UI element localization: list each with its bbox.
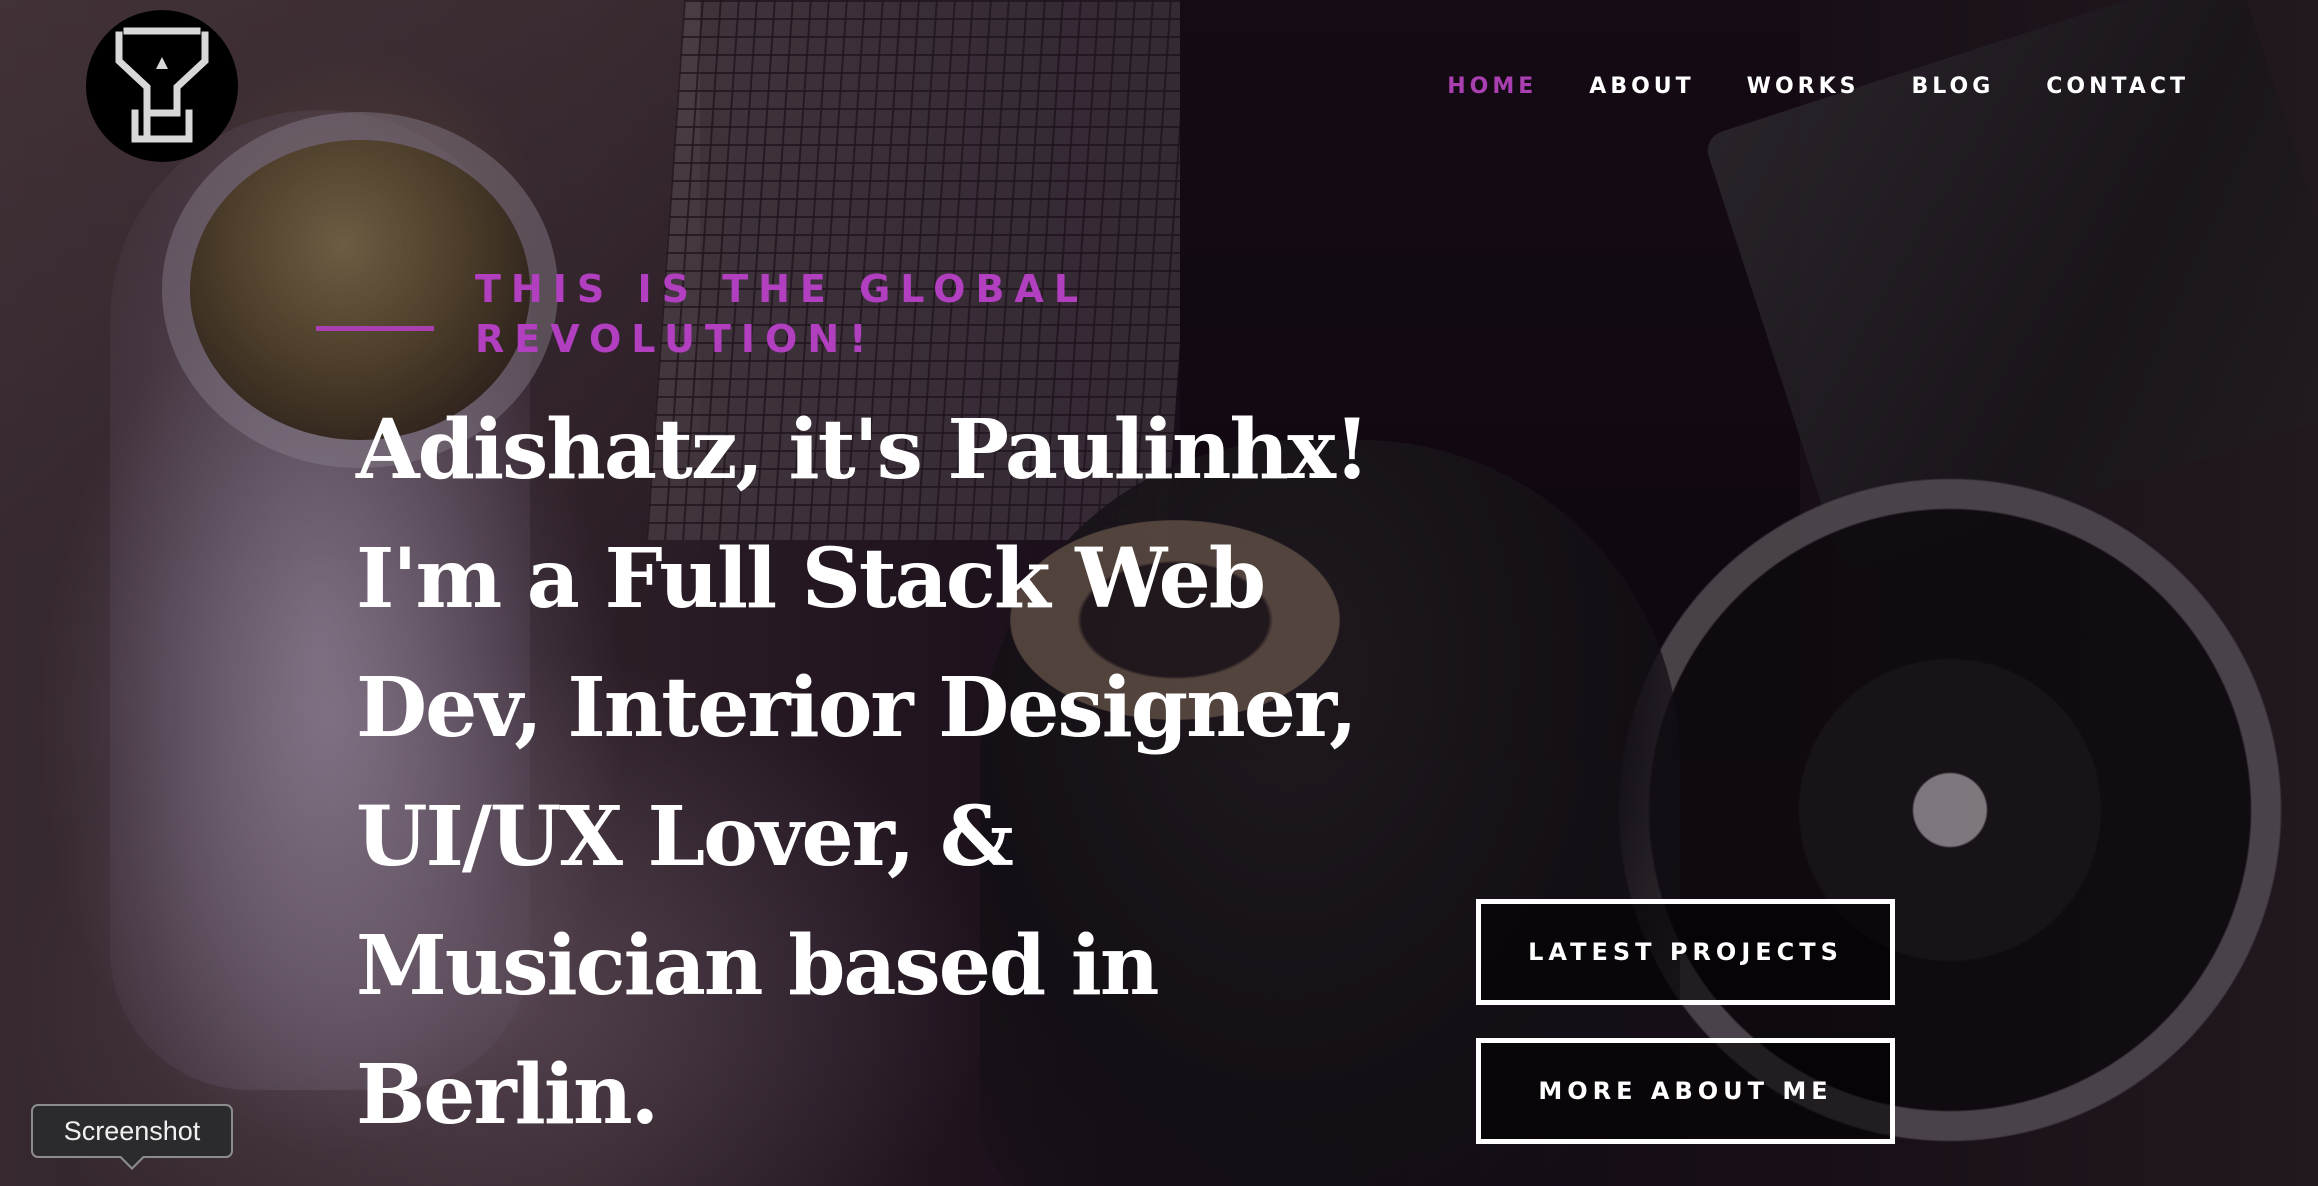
tagline-accent-line	[316, 326, 434, 331]
nav-works[interactable]: WORKS	[1747, 74, 1860, 99]
hero-headline: Adishatz, it's Paulinhx! I'm a Full Stac…	[356, 386, 1376, 1160]
headline-line: Berlin.	[356, 1047, 659, 1143]
headline-line: Musician based in	[356, 918, 1160, 1014]
tagline-line-2: REVOLUTION!	[475, 317, 877, 361]
nav-about[interactable]: ABOUT	[1589, 74, 1694, 99]
tooltip-arrow-fill	[120, 1155, 144, 1167]
site-logo[interactable]	[86, 10, 238, 162]
headline-line: UI/UX Lover, &	[356, 789, 1014, 885]
headline-line: Adishatz, it's Paulinhx!	[356, 402, 1370, 498]
hero-page: HOME ABOUT WORKS BLOG CONTACT THIS IS TH…	[0, 0, 2318, 1186]
screenshot-tooltip: Screenshot	[31, 1104, 233, 1158]
headline-line: I'm a Full Stack Web	[356, 531, 1266, 627]
tagline: THIS IS THE GLOBAL REVOLUTION!	[475, 264, 1175, 364]
headline-line: Dev, Interior Designer,	[356, 660, 1358, 756]
main-nav: HOME ABOUT WORKS BLOG CONTACT	[1447, 74, 2189, 99]
more-about-me-button[interactable]: MORE ABOUT ME	[1476, 1038, 1895, 1144]
tagline-line-1: THIS IS THE GLOBAL	[475, 267, 1089, 311]
monogram-logo-icon	[115, 27, 209, 143]
nav-contact[interactable]: CONTACT	[2046, 74, 2189, 99]
nav-home[interactable]: HOME	[1447, 74, 1537, 99]
latest-projects-button[interactable]: LATEST PROJECTS	[1476, 899, 1895, 1005]
nav-blog[interactable]: BLOG	[1911, 74, 1994, 99]
